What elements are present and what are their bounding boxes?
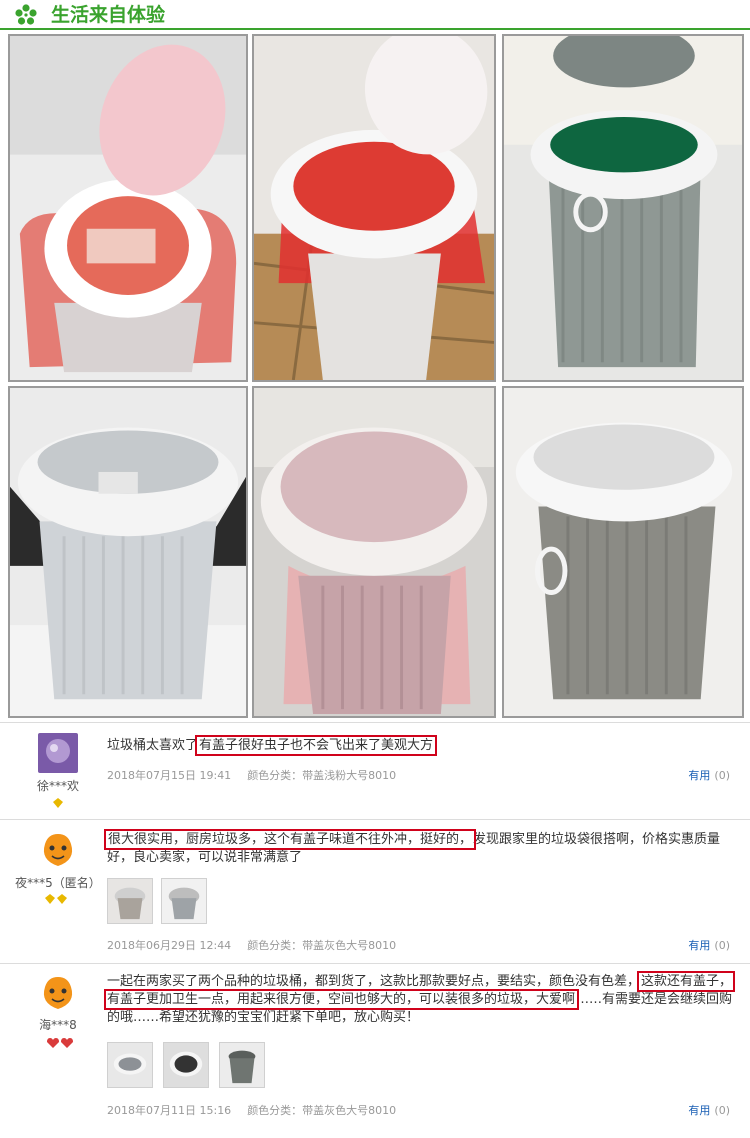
avatar [38,733,78,773]
level-diamond-icon [45,894,67,904]
review-username: 夜***5（匿名） [15,876,101,890]
review-photo-thumb[interactable] [219,1042,265,1088]
section-header: 生活来自体验 [0,0,750,30]
useful-count: (0) [714,1104,730,1117]
review-text: 一起在两家买了两个品种的垃圾桶，都到货了，这款比那款要好点，要结实，颜色没有色差… [103,971,743,1027]
review-text: 很大很实用，厨房垃圾多，这个有盖子味道不往外冲，挺好的，发现跟家里的垃圾袋很搭啊… [103,829,743,867]
useful-button[interactable]: 有用 (0) [688,767,730,783]
review-item: 徐***欢 垃圾桶太喜欢了有盖子很好虫子也不会飞出来了美观大方 2018年07月… [0,723,750,818]
review-date: 2018年07月11日 15:16 [107,1104,232,1117]
review-photos [107,878,217,924]
review-text: 垃圾桶太喜欢了有盖子很好虫子也不会飞出来了美观大方 [107,735,743,756]
product-photo[interactable] [502,386,744,718]
review-date: 2018年07月15日 19:41 [107,769,232,782]
useful-label[interactable]: 有用 [688,1104,710,1117]
review-photo-thumb[interactable] [107,878,153,924]
review-photo-thumb[interactable] [163,1042,209,1088]
useful-button[interactable]: 有用 (0) [688,1102,730,1118]
avatar [38,830,78,870]
useful-label[interactable]: 有用 [688,769,710,782]
review-text-highlight: 很大很实用，厨房垃圾多，这个有盖子味道不往外冲，挺好的， [103,829,477,850]
review-item: 海***8 一起在两家买了两个品种的垃圾桶，都到货了，这款比那款要好点，要结实，… [0,964,750,1136]
review-meta: 2018年07月11日 15:16 颜色分类：带盖灰色大号8010 [107,1102,396,1118]
flower-icon [15,4,37,25]
review-username: 海***8 [39,1018,77,1032]
review-meta: 2018年06月29日 12:44 颜色分类：带盖灰色大号8010 [107,937,396,953]
avatar [38,973,78,1013]
product-photo[interactable] [8,34,248,382]
product-photo[interactable] [502,34,744,382]
review-meta: 2018年07月15日 19:41 颜色分类：带盖浅粉大号8010 [107,767,396,783]
review-username: 徐***欢 [36,779,79,793]
photo-grid [0,30,750,720]
review-text-plain: 垃圾桶太喜欢了 [107,738,199,753]
level-heart-icon [47,1038,73,1048]
review-text-plain: 一起在两家买了两个品种的垃圾桶，都到货了，这款比那款要好点，要结实，颜色没有色差… [107,974,641,989]
review-text-highlight: 有盖子很好虫子也不会飞出来了美观大方 [195,735,438,756]
product-photo[interactable] [252,386,496,718]
review-date: 2018年06月29日 12:44 [107,939,232,952]
review-sku: 颜色分类：带盖浅粉大号8010 [247,769,397,782]
product-photo[interactable] [252,34,496,382]
review-photo-thumb[interactable] [107,1042,153,1088]
review-photos [107,1042,267,1088]
level-diamond-icon [53,798,63,808]
review-sku: 颜色分类：带盖灰色大号8010 [247,1104,397,1117]
useful-button[interactable]: 有用 (0) [688,937,730,953]
useful-label[interactable]: 有用 [688,939,710,952]
product-photo[interactable] [8,386,248,718]
review-item: 夜***5（匿名） 很大很实用，厨房垃圾多，这个有盖子味道不往外冲，挺好的，发现… [0,820,750,962]
useful-count: (0) [714,939,730,952]
review-sku: 颜色分类：带盖灰色大号8010 [247,939,397,952]
review-photo-thumb[interactable] [161,878,207,924]
useful-count: (0) [714,769,730,782]
section-title: 生活来自体验 [51,4,166,26]
